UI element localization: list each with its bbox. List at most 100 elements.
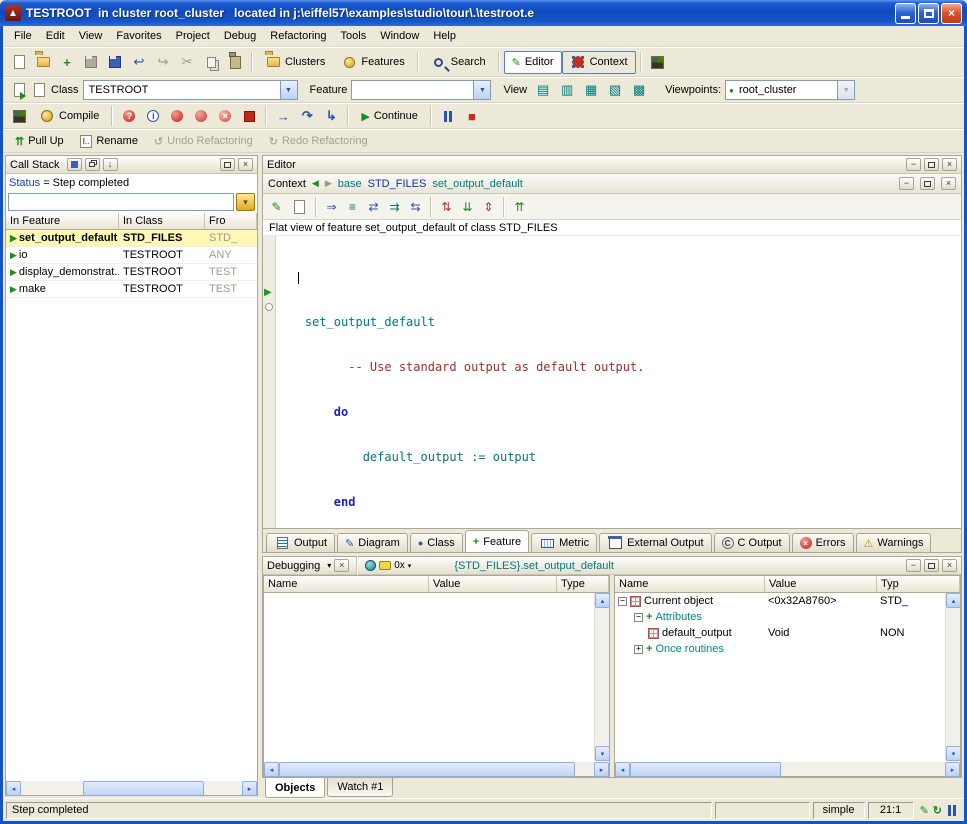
basic-text-view-icon[interactable]: ⇒ (321, 196, 342, 217)
viewpoints-combobox[interactable]: ● root_cluster ▼ (725, 80, 855, 100)
menu-item-refactoring[interactable]: Refactoring (263, 28, 333, 44)
scroll-down-icon[interactable]: ▾ (946, 746, 960, 761)
interface-view-icon[interactable]: ⇆ (405, 196, 426, 217)
watch-column-type[interactable]: Type (557, 576, 609, 593)
feature-combobox[interactable]: ▼ (351, 80, 491, 100)
watch-table-body[interactable]: ▴ ▾ (264, 593, 609, 761)
editor-maximize-icon[interactable] (924, 158, 939, 171)
object-tree-row[interactable]: −Current object <0x32A8760> STD_ (615, 593, 960, 609)
open-document-icon[interactable] (31, 51, 55, 74)
maximize-button[interactable] (918, 3, 939, 24)
redo-refactoring-button[interactable]: ↻ Redo Refactoring (261, 130, 376, 153)
scroll-right-icon[interactable]: ▸ (945, 762, 960, 777)
undo-icon[interactable]: ↩ (127, 51, 151, 74)
step-out-icon[interactable]: ↳ (319, 105, 343, 128)
editor-minimize-icon[interactable]: − (906, 158, 921, 171)
save-all-icon[interactable] (103, 51, 127, 74)
contract-view-icon[interactable]: ⇉ (384, 196, 405, 217)
features-button[interactable]: Features (333, 51, 412, 74)
code-editor[interactable]: ▶ set_output_default -- Use standard out… (263, 236, 961, 528)
call-stack-dock-icon[interactable]: ↓ (103, 158, 118, 171)
column-header-in-class[interactable]: In Class (119, 213, 205, 230)
debugging-maximize-icon[interactable] (924, 559, 939, 572)
edit-feature-icon[interactable]: ✎ (266, 196, 287, 217)
context-minimize-icon[interactable]: − (899, 177, 914, 190)
debugging-close-icon[interactable]: × (942, 559, 957, 572)
undo-refactoring-button[interactable]: ↺ Undo Refactoring (146, 130, 261, 153)
debugging-minimize-icon[interactable]: − (906, 559, 921, 572)
descendants-icon[interactable]: ⇊ (457, 196, 478, 217)
scroll-down-icon[interactable]: ▾ (595, 746, 609, 761)
stop-icon[interactable]: ■ (460, 105, 484, 128)
menu-item-help[interactable]: Help (426, 28, 463, 44)
objects-vscrollbar[interactable]: ▴ ▾ (945, 593, 960, 761)
objects-column-type[interactable]: Typ (877, 576, 960, 593)
clients-icon[interactable]: ⇈ (509, 196, 530, 217)
scroll-up-icon[interactable]: ▴ (595, 593, 609, 608)
breadcrumb-feature[interactable]: set_output_default (432, 178, 523, 190)
column-header-in-feature[interactable]: In Feature (6, 213, 119, 230)
scroll-left-icon[interactable]: ◂ (6, 781, 21, 796)
flat-view-icon[interactable]: ⇄ (363, 196, 384, 217)
menu-item-project[interactable]: Project (169, 28, 217, 44)
watch-column-name[interactable]: Name (264, 576, 429, 593)
context-maximize-icon[interactable] (920, 177, 935, 190)
exception-trace-icon[interactable] (365, 560, 376, 571)
editor-header[interactable]: Editor − × (263, 156, 961, 174)
class-combobox-dropdown-icon[interactable]: ▼ (280, 81, 297, 99)
collapse-toggle-icon[interactable]: − (618, 597, 627, 606)
call-stack-filter-input[interactable] (8, 193, 234, 211)
pause-icon[interactable] (436, 105, 460, 128)
editor-toggle-button[interactable]: ✎ Editor (504, 51, 562, 74)
objects-table-body[interactable]: −Current object <0x32A8760> STD_ −+Attri… (615, 593, 960, 761)
call-stack-row[interactable]: ▶io TESTROOT ANY (6, 247, 257, 264)
step-over-icon[interactable]: ↷ (295, 105, 319, 128)
close-button[interactable]: × (941, 3, 962, 24)
editor-close-icon[interactable]: × (942, 158, 957, 171)
column-header-from[interactable]: Fro (205, 213, 257, 230)
exception-handling-icon[interactable]: ? (117, 105, 141, 128)
menu-item-debug[interactable]: Debug (217, 28, 263, 44)
history-back-icon[interactable]: ◀ (312, 178, 319, 189)
scroll-right-icon[interactable]: ▸ (242, 781, 257, 796)
breadcrumb-cluster[interactable]: base (338, 178, 362, 190)
minimize-button[interactable] (895, 3, 916, 24)
search-button[interactable]: Search (423, 51, 494, 74)
scroll-up-icon[interactable]: ▴ (946, 593, 960, 608)
tab-objects[interactable]: Objects (265, 778, 325, 798)
suppliers-icon[interactable]: ⇕ (478, 196, 499, 217)
scroll-left-icon[interactable]: ◂ (264, 762, 279, 777)
call-stack-save-icon[interactable] (67, 158, 82, 171)
menu-item-view[interactable]: View (72, 28, 110, 44)
objects-column-value[interactable]: Value (765, 576, 877, 593)
call-stack-row[interactable]: ▶display_demonstrat... TESTROOT TEST (6, 264, 257, 281)
watch-hscrollbar[interactable]: ◂ ▸ (264, 761, 609, 776)
watch-column-value[interactable]: Value (429, 576, 557, 593)
call-stack-row[interactable]: ▶make TESTROOT TEST (6, 281, 257, 298)
call-stack-hscrollbar[interactable]: ◂ ▸ (6, 780, 257, 795)
call-stack-row[interactable]: ▶set_output_default STD_FILES STD_ (6, 230, 257, 247)
save-icon[interactable] (79, 51, 103, 74)
step-into-icon[interactable]: → (271, 105, 295, 128)
class-combobox[interactable]: TESTROOT ▼ (83, 80, 298, 100)
history-forward-icon[interactable]: ▶ (325, 178, 332, 189)
tab-watch-1[interactable]: Watch #1 (327, 778, 393, 797)
diagram-tool-icon[interactable] (646, 51, 670, 74)
object-tree-row[interactable]: default_output Void NON (615, 625, 960, 641)
ancestors-icon[interactable]: ⇅ (436, 196, 457, 217)
viewpoints-combobox-dropdown-icon[interactable]: ▼ (837, 81, 854, 99)
continue-button[interactable]: ▶ Continue (353, 105, 426, 128)
cut-icon[interactable]: ✂ (175, 51, 199, 74)
hex-format-toggle[interactable]: 0x (394, 560, 405, 571)
stop-points-icon[interactable] (237, 105, 261, 128)
clickable-view-icon[interactable]: ≡ (342, 196, 363, 217)
title-bar[interactable]: ▲ TESTROOT in cluster root_cluster locat… (0, 0, 967, 26)
clickable-view-icon[interactable]: ▥ (555, 79, 579, 102)
menu-item-window[interactable]: Window (373, 28, 426, 44)
metrics-tool-icon[interactable] (7, 105, 31, 128)
collapse-toggle-icon[interactable]: − (634, 613, 643, 622)
editable-status-icon[interactable]: ✎ (920, 804, 929, 817)
object-tree-row[interactable]: −+Attributes (615, 609, 960, 625)
sync-status-icon[interactable]: ↻ (933, 804, 942, 817)
editor-gutter[interactable] (263, 236, 276, 528)
